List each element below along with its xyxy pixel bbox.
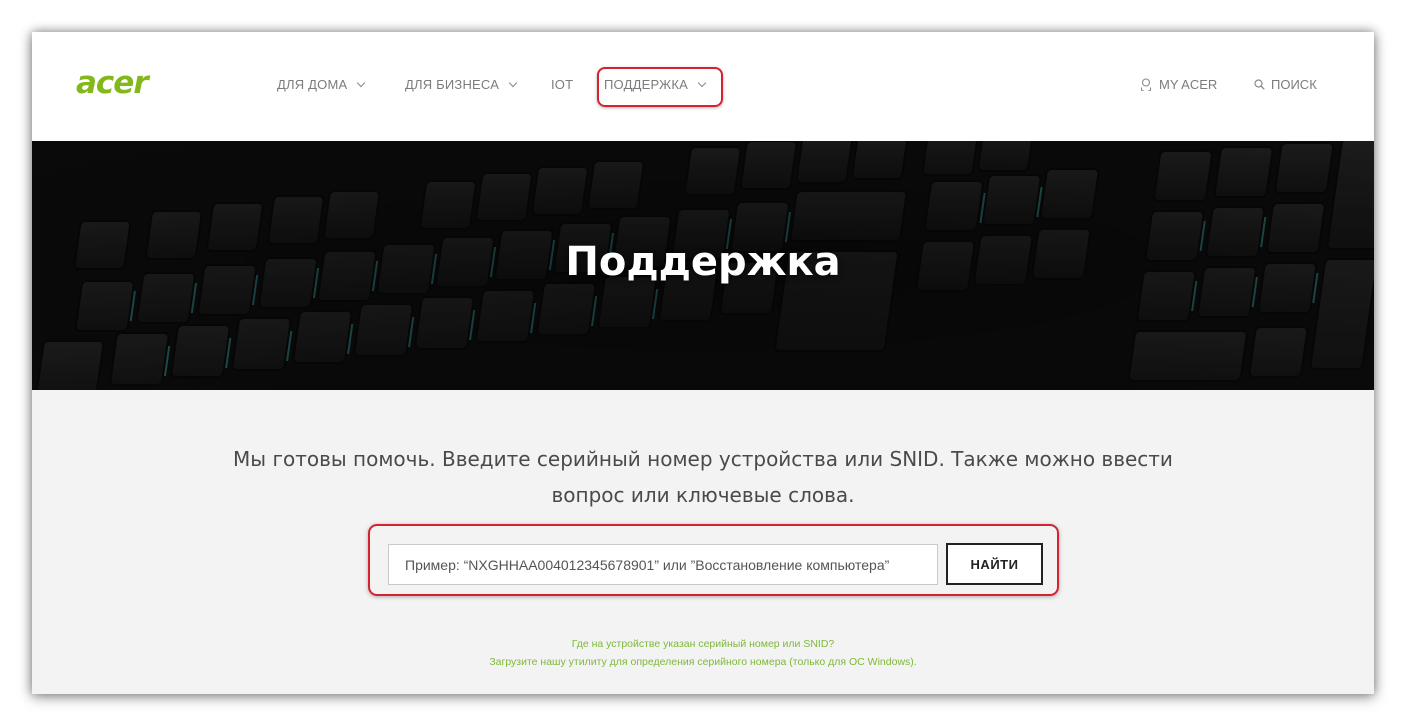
nav-item-business[interactable]: ДЛЯ БИЗНЕСА [405,77,518,92]
find-button[interactable]: НАЙТИ [946,543,1043,585]
hero-title: Поддержка [565,239,841,285]
acer-logo[interactable]: acer [76,68,149,99]
chevron-down-icon [508,78,518,87]
lead-text: Мы готовы помочь. Введите серийный номер… [32,441,1374,513]
serial-utility-link[interactable]: Загрузите нашу утилиту для определения с… [32,653,1374,671]
nav-item-home[interactable]: ДЛЯ ДОМА [277,77,366,92]
site-header: acer ДЛЯ ДОМА ДЛЯ БИЗНЕСА IOT ПОДДЕРЖКА [32,32,1374,141]
chevron-down-icon [357,78,366,87]
search-link[interactable]: ПОИСК [1254,77,1317,92]
lead-line-1: Мы готовы помочь. Введите серийный номер… [233,447,1173,471]
search-label: ПОИСК [1271,77,1317,92]
nav-item-iot[interactable]: IOT [551,77,573,92]
nav-item-label: ДЛЯ БИЗНЕСА [405,77,500,92]
my-acer-label: MY ACER [1159,77,1218,92]
serial-location-link[interactable]: Где на устройстве указан серийный номер … [32,635,1374,653]
nav-item-label: IOT [551,77,574,92]
hero-banner: Поддержка [32,141,1374,390]
help-links: Где на устройстве указан серийный номер … [32,635,1374,671]
search-highlight-box: НАЙТИ [368,524,1059,596]
user-icon [1140,78,1152,91]
search-icon [1254,79,1265,90]
lead-line-2: вопрос или ключевые слова. [551,483,855,507]
my-acer-link[interactable]: MY ACER [1140,77,1217,92]
support-highlight-box [597,67,723,107]
serial-search-input[interactable] [388,544,938,585]
browser-page: acer ДЛЯ ДОМА ДЛЯ БИЗНЕСА IOT ПОДДЕРЖКА [32,32,1374,694]
nav-item-label: ДЛЯ ДОМА [277,77,348,92]
